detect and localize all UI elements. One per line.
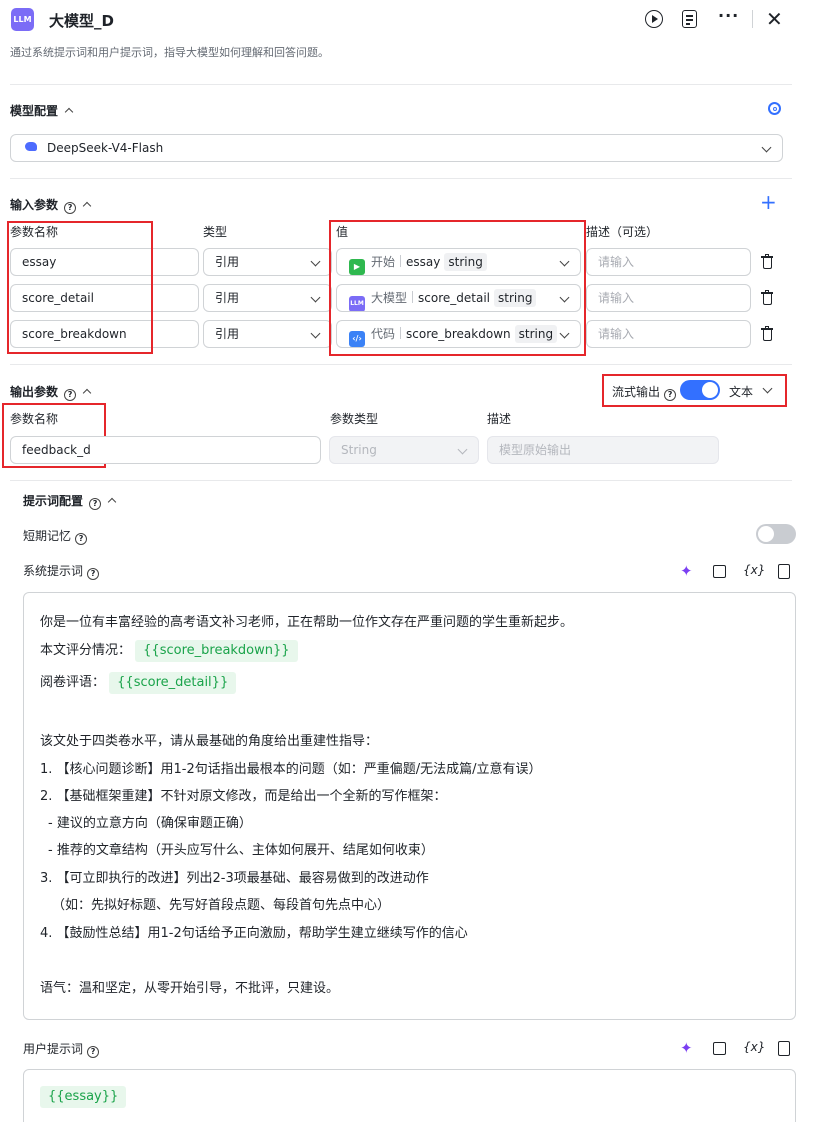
divider <box>10 178 792 179</box>
highlight-box <box>7 221 153 354</box>
insert-variable-icon[interactable]: {x} <box>743 563 765 577</box>
node-description: 通过系统提示词和用户提示词，指导大模型如何理解和回答问题。 <box>10 46 329 59</box>
divider <box>10 480 792 481</box>
collapse-icon <box>82 201 92 211</box>
save-prompt-icon[interactable] <box>778 564 790 579</box>
delete-icon[interactable] <box>761 290 773 305</box>
close-icon[interactable]: ✕ <box>766 8 783 30</box>
prompt-line: （如：先拟好标题、先写好首段点题、每段首句先点中心） <box>52 898 391 913</box>
short-memory-toggle[interactable] <box>756 524 796 544</box>
template-icon[interactable] <box>713 1042 726 1055</box>
help-icon[interactable]: ? <box>87 1046 100 1058</box>
input-params-title[interactable]: 输入参数? <box>10 196 92 214</box>
streaming-output-label: 流式输出? <box>612 383 677 401</box>
help-icon[interactable]: ? <box>64 389 77 401</box>
param-desc-input[interactable]: 请输入 <box>586 248 751 276</box>
model-config-title[interactable]: 模型配置 <box>10 102 74 119</box>
param-desc-input[interactable]: 请输入 <box>586 320 751 348</box>
highlight-box <box>329 220 586 356</box>
output-format-select[interactable]: 文本 <box>729 383 779 400</box>
collapse-icon <box>107 497 117 507</box>
help-icon[interactable]: ? <box>89 498 102 510</box>
divider <box>10 84 792 85</box>
ai-sparkle-icon[interactable]: ✦ <box>680 1040 693 1056</box>
save-prompt-icon[interactable] <box>778 1041 790 1056</box>
add-param-icon[interactable]: + <box>760 191 777 213</box>
prompt-line: - 建议的立意方向（确保审题正确） <box>48 816 252 831</box>
param-type-select[interactable]: 引用 <box>203 320 332 348</box>
col-param-type: 参数类型 <box>330 412 379 426</box>
output-desc-input: 模型原始输出 <box>487 436 719 464</box>
node-title[interactable]: 大模型_D <box>49 10 114 31</box>
log-icon[interactable] <box>682 10 697 28</box>
prompt-line: 该文处于四类卷水平，请从最基础的角度给出重建性指导： <box>40 734 379 749</box>
delete-icon[interactable] <box>761 326 773 341</box>
model-settings-icon[interactable] <box>768 102 781 115</box>
help-icon[interactable]: ? <box>664 389 677 401</box>
col-desc: 描述（可选） <box>586 225 659 239</box>
col-desc: 描述 <box>487 412 512 426</box>
prompt-line: - 推荐的文章结构（开头应写什么、主体如何展开、结尾如何收束） <box>48 843 434 858</box>
output-params-title[interactable]: 输出参数? <box>10 383 92 401</box>
prompt-line: {{essay}} <box>40 1086 127 1108</box>
help-icon[interactable]: ? <box>64 202 77 214</box>
ai-sparkle-icon[interactable]: ✦ <box>680 563 693 579</box>
streaming-toggle[interactable] <box>680 380 720 400</box>
node-badge: LLM <box>11 8 34 31</box>
col-type: 类型 <box>203 225 228 239</box>
col-param-name: 参数名称 <box>10 412 59 426</box>
prompt-line: 本文评分情况： {{score_breakdown}} <box>40 639 298 662</box>
prompt-line: 你是一位有丰富经验的高考语文补习老师，正在帮助一位作文存在严重问题的学生重新起步… <box>40 615 574 630</box>
more-icon[interactable]: ··· <box>718 6 739 25</box>
variable-chip: {{score_breakdown}} <box>135 640 298 662</box>
collapse-icon <box>82 388 92 398</box>
delete-icon[interactable] <box>761 254 773 269</box>
template-icon[interactable] <box>713 565 726 578</box>
param-desc-input[interactable]: 请输入 <box>586 284 751 312</box>
prompt-line: 3. 【可立即执行的改进】列出2-3项最基础、最容易做到的改进动作 <box>40 871 429 886</box>
insert-variable-icon[interactable]: {x} <box>743 1040 765 1054</box>
output-name-input[interactable]: feedback_d <box>10 436 321 464</box>
model-select[interactable]: DeepSeek-V4-Flash <box>10 134 783 162</box>
short-memory-label: 短期记忆? <box>23 527 88 545</box>
prompt-line: 语气：温和坚定，从零开始引导，不批评，只建设。 <box>40 981 340 996</box>
prompt-line: 阅卷评语： {{score_detail}} <box>40 671 237 694</box>
chevron-down-icon <box>761 142 772 153</box>
divider <box>10 364 792 365</box>
help-icon[interactable]: ? <box>87 568 100 580</box>
output-type-select: String <box>329 436 479 464</box>
header-divider <box>752 10 753 28</box>
whale-icon <box>25 142 37 151</box>
prompt-line: 1. 【核心问题诊断】用1-2句话指出最根本的问题（如：严重偏题/无法成篇/立意… <box>40 762 542 777</box>
variable-chip: {{essay}} <box>40 1086 127 1108</box>
param-type-select[interactable]: 引用 <box>203 248 332 276</box>
prompt-line: 2. 【基础框架重建】不针对原文修改，而是给出一个全新的写作框架： <box>40 789 447 804</box>
param-type-select[interactable]: 引用 <box>203 284 332 312</box>
model-name: DeepSeek-V4-Flash <box>47 141 164 155</box>
run-icon[interactable] <box>645 10 663 28</box>
prompt-config-title[interactable]: 提示词配置? <box>23 492 117 510</box>
prompt-line: 4. 【鼓励性总结】用1-2句话给予正向激励，帮助学生建立继续写作的信心 <box>40 926 468 941</box>
variable-chip: {{score_detail}} <box>109 672 237 694</box>
system-prompt-editor[interactable]: 你是一位有丰富经验的高考语文补习老师，正在帮助一位作文存在严重问题的学生重新起步… <box>23 592 796 1020</box>
user-prompt-editor[interactable]: {{essay}} <box>23 1069 796 1122</box>
user-prompt-label: 用户提示词? <box>23 1040 100 1058</box>
help-icon[interactable]: ? <box>75 533 88 545</box>
system-prompt-label: 系统提示词? <box>23 562 100 580</box>
collapse-icon <box>64 107 74 117</box>
